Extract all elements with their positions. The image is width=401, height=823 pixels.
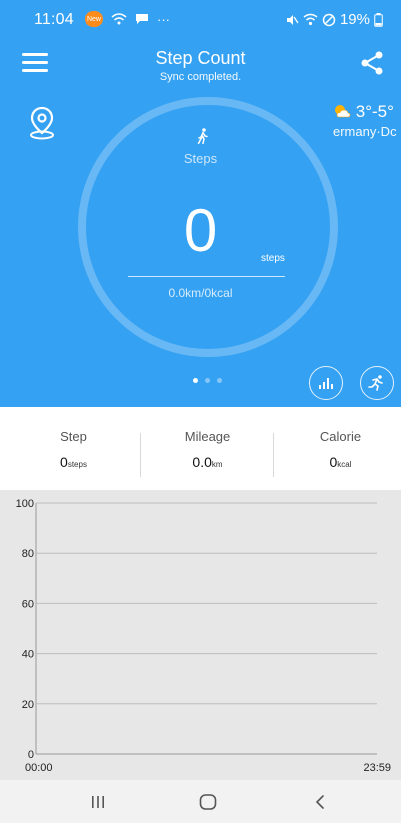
recent-apps-icon: [92, 796, 104, 808]
location-button[interactable]: [28, 106, 56, 140]
wifi-call-icon: [111, 13, 127, 25]
app-screen: 11:04 New ··· 19% Step Count Sync comple…: [0, 0, 401, 823]
back-icon: [315, 795, 324, 809]
partly-cloudy-icon: [335, 105, 351, 118]
home-icon: [199, 794, 217, 810]
page-title: Step Count: [155, 48, 246, 68]
x-tick-label-start: 00:00: [25, 762, 53, 774]
daily-stats: Step 0steps Mileage 0.0km Calorie 0kcal: [0, 419, 401, 479]
y-tick-label: 60: [22, 598, 34, 610]
stat-label: Step: [60, 429, 87, 444]
stat-label: Mileage: [184, 429, 231, 444]
status-notifications: New ···: [85, 11, 170, 27]
notification-badge: New: [85, 11, 103, 27]
sync-status: Sync completed.: [159, 71, 242, 83]
stat-unit: kcal: [337, 460, 352, 469]
temperature-text: 3°-5°: [355, 102, 394, 121]
workout-button[interactable]: [360, 366, 394, 400]
battery-percent: 19%: [339, 11, 370, 28]
stat-number: 0: [60, 454, 68, 470]
location-pin-icon: [30, 106, 54, 140]
page-indicator: [193, 378, 222, 383]
weather-temperature: 3°-5°: [333, 102, 394, 122]
stat-value: 0.0km: [141, 454, 274, 470]
home-button[interactable]: [193, 790, 223, 814]
statistics-button[interactable]: [309, 366, 343, 400]
mute-icon: [286, 14, 299, 25]
share-button[interactable]: [359, 50, 385, 76]
back-button[interactable]: [305, 790, 335, 814]
stat-value: 0kcal: [274, 454, 401, 470]
step-count-value: 0: [183, 197, 218, 264]
stat-step: Step 0steps: [7, 419, 140, 470]
page-dot[interactable]: [217, 378, 222, 383]
stat-mileage: Mileage 0.0km: [141, 419, 274, 470]
stat-calorie: Calorie 0kcal: [274, 419, 401, 470]
step-count-unit: steps: [261, 253, 285, 264]
y-tick-label: 0: [28, 749, 34, 761]
running-icon: [368, 375, 383, 391]
status-time: 11:04: [34, 11, 74, 28]
system-nav-bar: [0, 780, 401, 823]
wifi-icon: [303, 13, 318, 26]
message-icon: [136, 14, 148, 24]
bar-chart-icon: [319, 378, 333, 389]
step-chart-svg: 0 20 40 60 80 100 00:00 23:59: [16, 498, 391, 774]
weather-widget[interactable]: 3°-5° ermany·Dc: [331, 102, 401, 142]
step-hero-panel: 11:04 New ··· 19% Step Count Sync comple…: [0, 0, 401, 407]
y-tick-label: 100: [16, 498, 34, 510]
daily-step-chart[interactable]: 0 20 40 60 80 100 00:00 23:59: [0, 490, 401, 780]
stat-unit: steps: [67, 460, 87, 469]
steps-label: Steps: [183, 151, 218, 166]
ring-divider: [128, 276, 285, 277]
page-dot-active[interactable]: [193, 378, 198, 383]
more-notifications-icon: ···: [157, 11, 170, 27]
y-tick-label: 80: [22, 548, 34, 560]
x-tick-label-end: 23:59: [363, 762, 391, 774]
no-signal-icon: [322, 13, 336, 26]
weather-location: ermany·Dc: [333, 124, 397, 139]
y-tick-label: 40: [22, 649, 34, 661]
status-right: 19%: [285, 11, 383, 28]
stat-number: 0.0: [192, 454, 212, 470]
distance-calorie-summary: 0.0km/0kcal: [168, 286, 233, 300]
battery-icon: [374, 12, 383, 27]
recent-apps-button[interactable]: [83, 790, 113, 814]
stat-label: Calorie: [319, 429, 362, 444]
share-icon: [361, 51, 383, 75]
page-dot[interactable]: [205, 378, 210, 383]
status-bar: 11:04 New ··· 19%: [0, 0, 401, 40]
stat-value: 0steps: [7, 454, 140, 470]
stat-unit: km: [211, 460, 223, 469]
y-tick-label: 20: [22, 699, 34, 711]
walking-icon: [197, 128, 209, 149]
